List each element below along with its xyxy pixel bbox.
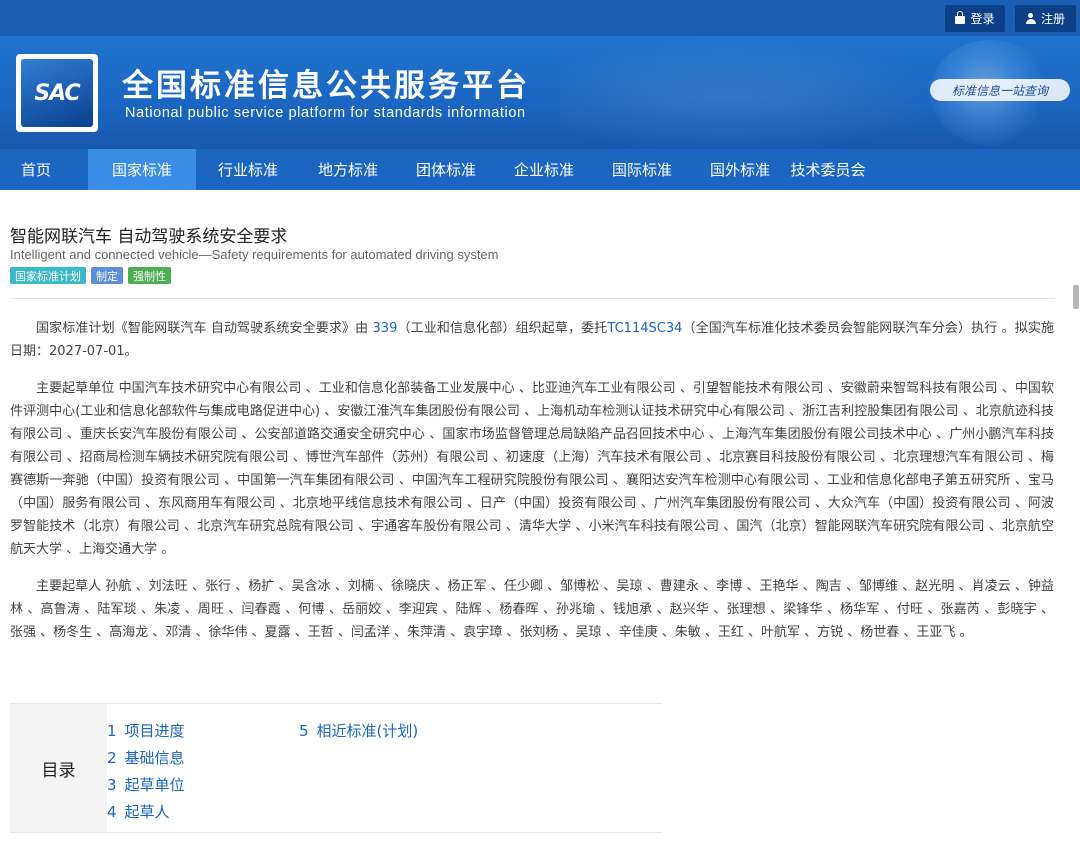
sac-logo[interactable]: SAC [16, 54, 98, 132]
register-label: 注册 [1040, 12, 1065, 26]
login-button[interactable]: 登录 [945, 5, 1005, 32]
table-of-contents: 目录 1 项目进度 2 基础信息 3 起草单位 4 起草人 5 相近标准(计划) [10, 703, 662, 833]
toc-item-basic-info[interactable]: 2 基础信息 [107, 744, 185, 771]
toc-item-number: 1 [107, 721, 117, 740]
toc-title: 目录 [10, 704, 107, 832]
toc-item-label: 起草单位 [124, 776, 185, 794]
toc-item-drafting-units[interactable]: 3 起草单位 [107, 771, 185, 798]
nav-item-group-standards[interactable]: 团体标准 [396, 149, 496, 190]
site-subtitle: National public service platform for sta… [125, 105, 526, 121]
toc-item-label: 项目进度 [124, 722, 185, 740]
toc-item-number: 2 [107, 748, 117, 767]
page-scrollbar-thumb[interactable] [1073, 285, 1079, 309]
nav-item-enterprise-standards[interactable]: 企业标准 [496, 149, 592, 190]
toc-item-number: 3 [107, 775, 117, 794]
top-bar: 登录 注册 [0, 0, 1080, 36]
login-label: 登录 [970, 12, 995, 26]
toc-item-drafters[interactable]: 4 起草人 [107, 798, 185, 825]
status-badge-mandatory: 强制性 [128, 267, 171, 284]
status-tags: 国家标准计划 制定 强制性 [10, 267, 171, 284]
status-badge-plan: 国家标准计划 [10, 267, 86, 284]
nav-item-national-standards[interactable]: 国家标准 [88, 149, 196, 190]
header-divider [10, 298, 1055, 299]
user-icon [1025, 13, 1036, 24]
sac-logo-text: SAC [21, 59, 93, 127]
site-title: 全国标准信息公共服务平台 [122, 68, 530, 104]
toc-column-left: 1 项目进度 2 基础信息 3 起草单位 4 起草人 [107, 717, 185, 825]
toc-item-label: 基础信息 [124, 749, 185, 767]
nav-item-foreign-standards[interactable]: 国外标准 [692, 149, 788, 190]
tc-code-link[interactable]: TC114SC34 [607, 321, 682, 336]
standard-title-en: Intelligent and connected vehicle—Safety… [10, 247, 499, 262]
plan-text-middle: （工业和信息化部）组织起草，委托 [397, 321, 608, 336]
dept-code-link[interactable]: 339 [373, 321, 398, 336]
drafting-units-paragraph: 主要起草单位 中国汽车技术研究中心有限公司 、工业和信息化部装备工业发展中心 、… [10, 381, 1054, 557]
main-nav: 首页 国家标准 行业标准 地方标准 团体标准 企业标准 国际标准 国外标准 技术… [0, 149, 1080, 190]
toc-item-label: 相近标准(计划) [316, 722, 419, 740]
drafters-paragraph: 主要起草人 孙航 、刘法旺 、张行 、杨扩 、吴含冰 、刘楠 、徐晓庆 、杨正军… [10, 579, 1054, 640]
plan-text-before: 国家标准计划《智能网联汽车 自动驾驶系统安全要求》由 [36, 321, 373, 336]
nav-item-international-standards[interactable]: 国际标准 [592, 149, 692, 190]
slogan-badge: 标准信息一站查询 [930, 79, 1070, 101]
nav-item-industry-standards[interactable]: 行业标准 [196, 149, 300, 190]
nav-item-home[interactable]: 首页 [0, 149, 72, 190]
standard-title: 智能网联汽车 自动驾驶系统安全要求 [10, 227, 288, 247]
register-button[interactable]: 注册 [1015, 5, 1076, 32]
toc-item-label: 起草人 [124, 803, 170, 821]
world-map-decoration [560, 36, 980, 149]
toc-item-number: 4 [107, 802, 117, 821]
toc-column-right: 5 相近标准(计划) [299, 717, 418, 744]
plan-description: 国家标准计划《智能网联汽车 自动驾驶系统安全要求》由 339（工业和信息化部）组… [10, 317, 1054, 363]
toc-item-number: 5 [299, 721, 309, 740]
status-badge-type: 制定 [91, 267, 123, 284]
nav-item-technical-committee[interactable]: 技术委员会 [788, 149, 868, 190]
toc-item-similar-standards[interactable]: 5 相近标准(计划) [299, 717, 418, 744]
site-banner: SAC 全国标准信息公共服务平台 National public service… [0, 36, 1080, 149]
lock-icon [955, 11, 966, 24]
nav-item-local-standards[interactable]: 地方标准 [300, 149, 396, 190]
toc-item-project-progress[interactable]: 1 项目进度 [107, 717, 185, 744]
